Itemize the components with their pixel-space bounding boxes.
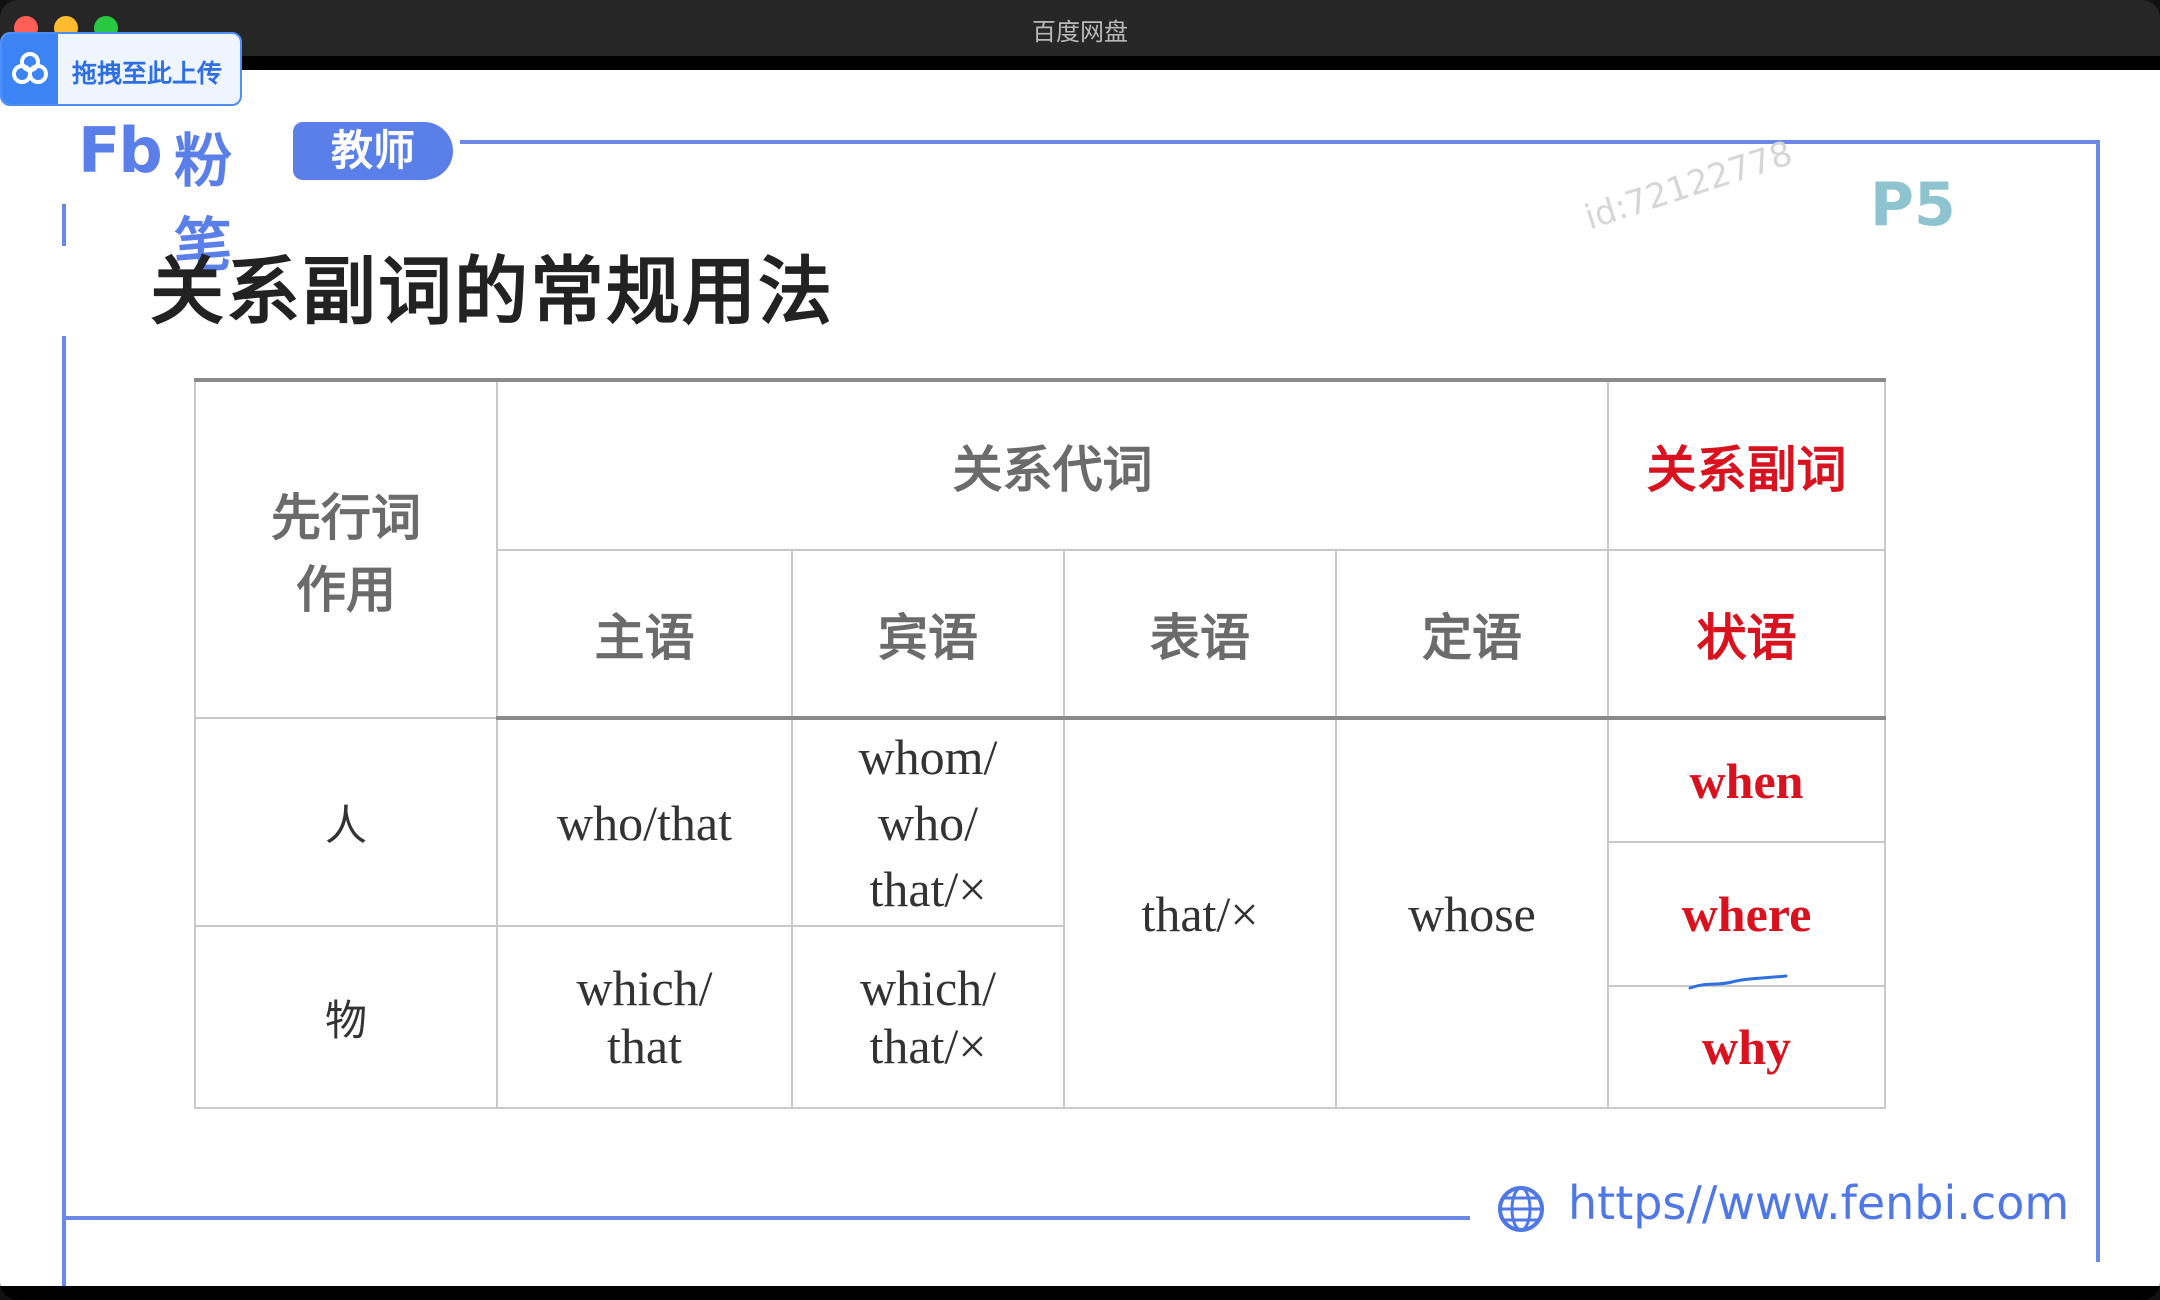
slide-heading: 关系副词的常规用法	[150, 249, 834, 335]
window-title: 百度网盘	[1032, 18, 1128, 46]
cell-person-object: whom/ who/ that/×	[791, 717, 1065, 927]
col-attributive: 定语	[1335, 549, 1609, 720]
col-object: 宾语	[791, 549, 1065, 720]
app-window: 百度网盘 拖拽至此上传 Fb 粉笔 教师 id:72122778 P5 关系副词…	[0, 0, 2160, 1300]
relative-adverb-table: 先行词作用 关系代词 关系副词 主语 宾语 表语 定语 状语 人 who/tha…	[194, 378, 1886, 1109]
globe-icon	[1498, 1186, 1544, 1232]
handwritten-underline	[1688, 974, 1788, 990]
title-bar: 百度网盘	[0, 0, 2160, 57]
drag-upload-button[interactable]: 拖拽至此上传	[0, 32, 242, 106]
table-row: 先行词作用 关系代词 关系副词	[194, 378, 1886, 719]
antecedent-header: 先行词作用	[194, 378, 498, 719]
table-row: 人 who/that whom/ who/ that/× that/× whos…	[194, 717, 1886, 1109]
col-adverbial: 状语	[1607, 549, 1886, 720]
upload-label: 拖拽至此上传	[72, 59, 223, 88]
cell-thing-object: which/ that/×	[791, 925, 1065, 1109]
footer-url: https//www.fenbi.com	[1568, 1176, 2070, 1230]
frame-line-left	[62, 336, 66, 1286]
logo-mark: Fb	[78, 114, 163, 187]
cell-predicative: that/×	[1063, 717, 1337, 1109]
row-thing-label: 物	[194, 925, 498, 1109]
cell-adverb-when: when	[1607, 717, 1886, 843]
bottom-strip	[0, 1286, 2160, 1300]
pronoun-header: 关系代词	[496, 378, 1609, 551]
frame-line-right	[2096, 140, 2100, 1262]
cloud-upload-icon	[2, 34, 58, 104]
cell-person-subject: who/that	[496, 717, 793, 927]
cell-attributive: whose	[1335, 717, 1609, 1109]
logo-badge: 教师	[293, 122, 453, 180]
adverb-header: 关系副词	[1607, 378, 1886, 551]
col-subject: 主语	[496, 549, 793, 720]
frame-line-bottom	[62, 1216, 1470, 1220]
cell-adverb-why: why	[1607, 985, 1886, 1109]
cell-adverb-where: where	[1607, 841, 1886, 987]
watermark: id:72122778	[1580, 133, 1798, 239]
page-number: P5	[1870, 170, 1956, 240]
toolbar-strip	[0, 56, 2160, 70]
frame-line-top	[460, 140, 2100, 144]
col-predicative: 表语	[1063, 549, 1337, 720]
frame-line-left-short	[62, 204, 66, 246]
cell-thing-subject: which/ that	[496, 925, 793, 1109]
row-person-label: 人	[194, 717, 498, 927]
